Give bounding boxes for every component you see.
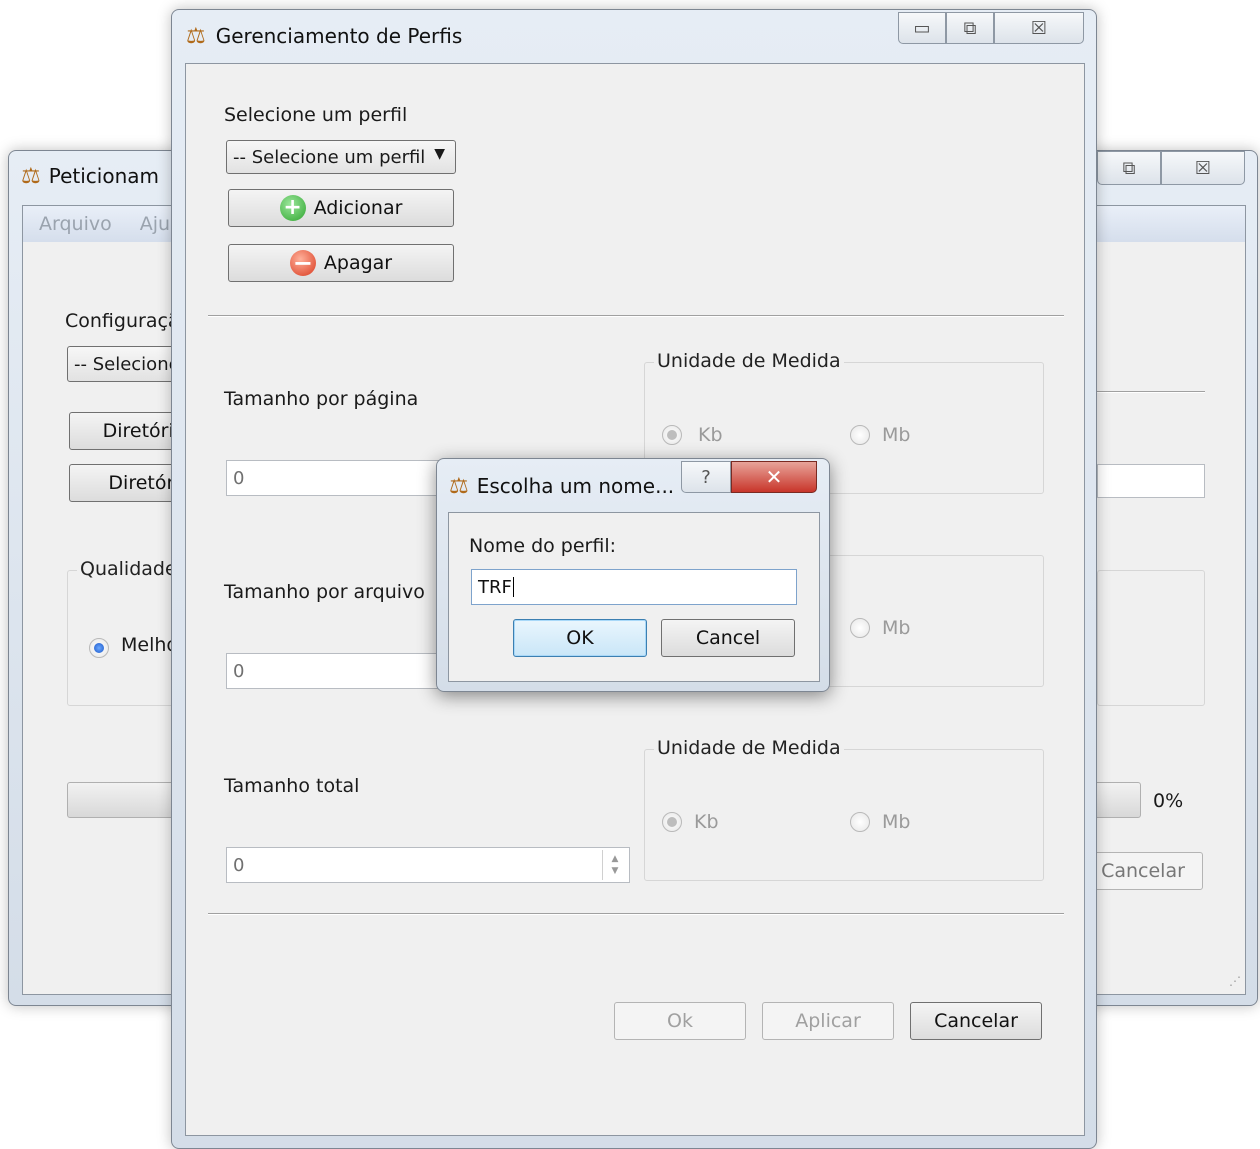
dialog-title: Escolha um nome... (476, 474, 675, 498)
back-cancel-button[interactable]: Cancelar (1083, 852, 1203, 890)
add-profile-button[interactable]: + Adicionar (228, 189, 454, 227)
maximize-icon: ⧉ (1122, 157, 1136, 179)
total-size-kb-label: Kb (694, 811, 719, 833)
total-size-field[interactable]: 0 ▲ ▼ (226, 847, 630, 883)
maximize-icon: ⧉ (963, 17, 977, 39)
back-window-title: Peticionam (48, 164, 159, 188)
scale-icon: ⚖ (449, 473, 469, 499)
menu-arquivo[interactable]: Arquivo (39, 213, 112, 235)
scale-icon: ⚖ (21, 163, 41, 189)
back-progress-label: 0% (1153, 790, 1184, 812)
page-size-label: Tamanho por página (224, 388, 419, 410)
back-window-title-row: ⚖ Peticionam (21, 161, 159, 191)
dialog-help-button[interactable]: ? (681, 461, 731, 493)
dialog-title-row: ⚖ Escolha um nome... (449, 471, 674, 501)
total-size-unit-title: Unidade de Medida (654, 737, 844, 759)
delete-profile-label: Apagar (323, 252, 393, 274)
back-quality-radio-label: Melho (121, 634, 179, 656)
total-size-kb-radio[interactable] (662, 812, 682, 832)
main-window-title: Gerenciamento de Perfis (215, 24, 463, 48)
total-size-mb-label: Mb (882, 811, 911, 833)
file-size-mb-label: Mb (882, 617, 911, 639)
close-button[interactable]: ☒ (994, 12, 1084, 44)
select-profile-label: Selecione um perfil (224, 104, 408, 126)
plus-circle-icon: + (279, 195, 306, 221)
text-caret (512, 577, 514, 597)
menu-ajuda[interactable]: Aju (140, 213, 170, 235)
scale-icon: ⚖ (186, 23, 206, 49)
add-profile-label: Adicionar (313, 197, 403, 219)
ok-button[interactable]: Ok (614, 1002, 746, 1040)
back-config-label: Configuraçã (65, 310, 180, 332)
top-separator (208, 315, 1064, 317)
back-separator (1097, 391, 1205, 393)
profile-select[interactable]: -- Selecione um perfil ▼ (226, 140, 456, 174)
page-size-kb-radio[interactable] (662, 425, 682, 445)
dialog-client: Nome do perfil: TRF OK Cancel (448, 512, 820, 682)
cancel-button[interactable]: Cancelar (910, 1002, 1042, 1040)
main-window-title-row: ⚖ Gerenciamento de Perfis (186, 20, 462, 52)
close-icon: ☒ (1194, 157, 1212, 179)
dialog-ok-button[interactable]: OK (513, 619, 647, 657)
back-right-group (1097, 570, 1205, 706)
profile-name-label: Nome do perfil: (469, 535, 617, 557)
profile-select-value: -- Selecione um perfil (233, 146, 426, 168)
dialog-cancel-button[interactable]: Cancel (661, 619, 795, 657)
help-icon: ? (701, 466, 711, 488)
minus-circle-icon: − (289, 250, 316, 276)
name-dialog: ⚖ Escolha um nome... ? ✕ Nome do perfil:… (436, 458, 830, 692)
back-maximize-button[interactable]: ⧉ (1097, 151, 1161, 185)
page-size-kb-label: Kb (698, 424, 723, 446)
apply-button[interactable]: Aplicar (762, 1002, 894, 1040)
page-size-unit-title: Unidade de Medida (654, 350, 844, 372)
file-size-label: Tamanho por arquivo (224, 581, 425, 603)
total-size-mb-radio[interactable] (850, 812, 870, 832)
dialog-close-button[interactable]: ✕ (731, 461, 817, 493)
back-directory-field[interactable] (1097, 464, 1205, 498)
close-icon: ✕ (765, 465, 783, 489)
delete-profile-button[interactable]: − Apagar (228, 244, 454, 282)
resize-grip-icon[interactable]: ⋰ (1229, 974, 1241, 988)
maximize-button[interactable]: ⧉ (946, 12, 994, 44)
chevron-down-icon: ▼ (434, 146, 445, 162)
profile-name-value: TRF (478, 576, 512, 598)
back-close-button[interactable]: ☒ (1161, 151, 1245, 185)
bottom-separator (208, 913, 1064, 915)
spinner-icon[interactable]: ▲ ▼ (602, 850, 627, 880)
profile-name-input[interactable]: TRF (471, 569, 797, 605)
page-size-mb-label: Mb (882, 424, 911, 446)
total-size-value: 0 (233, 854, 245, 876)
close-icon: ☒ (1030, 17, 1048, 39)
back-quality-radio[interactable] (89, 638, 109, 658)
minimize-button[interactable]: ▭ (898, 12, 946, 44)
file-size-mb-radio[interactable] (850, 618, 870, 638)
total-size-label: Tamanho total (224, 775, 360, 797)
back-quality-group-title: Qualidade (77, 558, 180, 580)
minimize-icon: ▭ (913, 17, 931, 39)
page-size-mb-radio[interactable] (850, 425, 870, 445)
